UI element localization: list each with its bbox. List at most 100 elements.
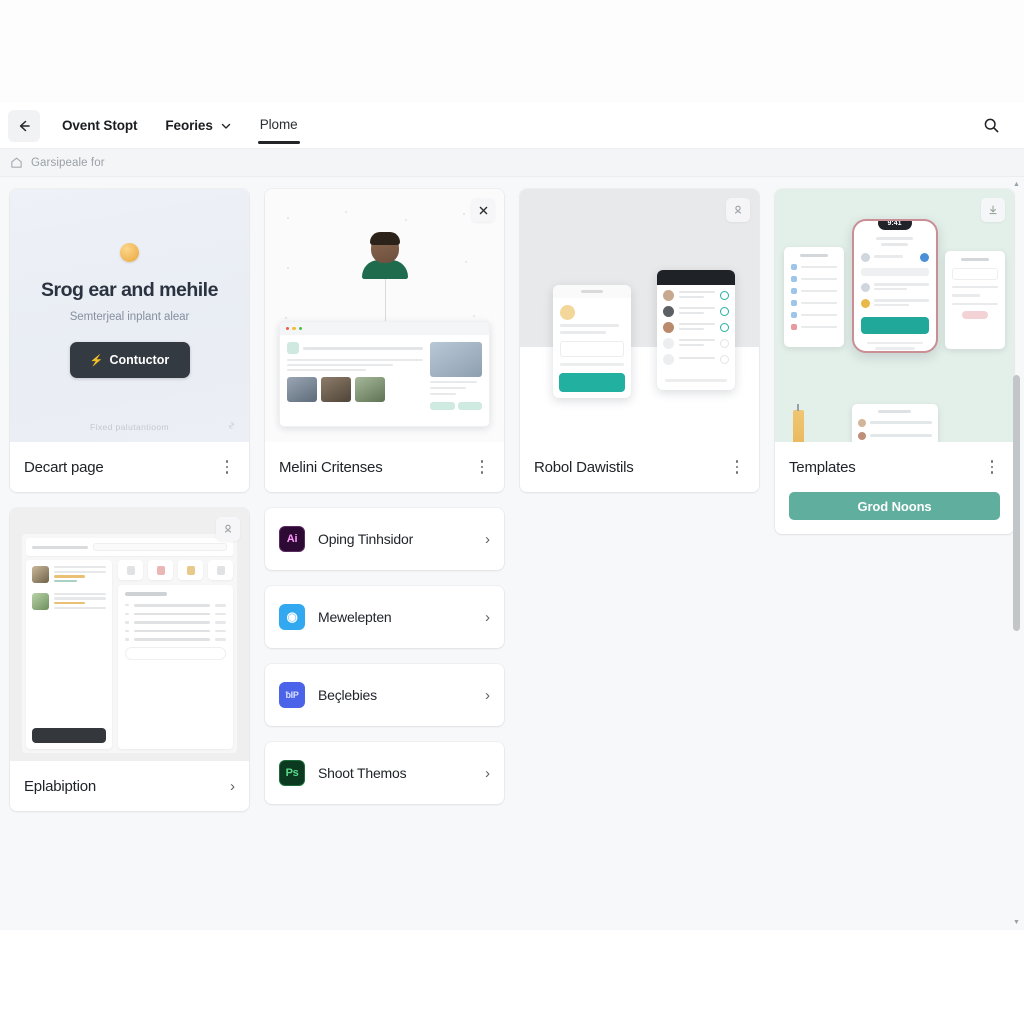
close-icon <box>479 206 487 214</box>
list-item-label: Beçlebies <box>318 687 377 703</box>
photoshop-icon: Ps <box>279 760 305 786</box>
grod-noons-button[interactable]: Grod Noons <box>789 492 1000 520</box>
hero-promo: Srog ear and mehile Semterjeal inplant a… <box>10 189 249 442</box>
hero-subheading: Semterjeal inplant alear <box>69 311 190 323</box>
tab-plome[interactable]: Plome <box>257 116 300 144</box>
dashboard-preview <box>10 508 249 761</box>
tab-file-icon[interactable] <box>118 560 143 580</box>
panel-note-field <box>125 646 226 660</box>
close-button[interactable] <box>471 198 495 222</box>
panel-row <box>125 638 226 641</box>
workspace: Srog ear and mehile Semterjeal inplant a… <box>0 176 1024 930</box>
kebab-menu-icon[interactable] <box>219 458 235 476</box>
grid-column-1: Srog ear and mehile Semterjeal inplant a… <box>10 189 249 811</box>
chevron-right-icon[interactable]: › <box>485 688 490 703</box>
list-item-oping-tinhsidor[interactable]: Ai Oping Tinhsidor › <box>265 508 504 570</box>
card-eplabiption[interactable]: Eplabiption › <box>10 508 249 811</box>
nav-dropdown-feories[interactable]: Feories <box>165 118 231 133</box>
contuctor-button[interactable]: ⚡ Contuctor <box>69 342 190 378</box>
panel-row <box>125 604 226 607</box>
card-decart-page[interactable]: Srog ear and mehile Semterjeal inplant a… <box>10 189 249 492</box>
phone-badge-icon <box>560 305 575 320</box>
phone-row <box>860 299 929 308</box>
kebab-menu-icon[interactable] <box>729 458 745 476</box>
dashboard-panel <box>118 585 233 749</box>
tab-star-icon[interactable] <box>178 560 203 580</box>
phone-mockup-center: 9:41 <box>851 219 938 353</box>
breadcrumb: Garsipeale for <box>0 148 1024 176</box>
mail-text <box>54 592 106 612</box>
phone-header <box>553 285 631 298</box>
phone-primary-button[interactable] <box>559 373 625 392</box>
kebab-menu-icon[interactable] <box>474 458 490 476</box>
phone-dark-header <box>657 270 735 285</box>
browser-left-column <box>287 342 423 410</box>
panel-row <box>125 629 226 633</box>
search-button[interactable] <box>976 111 1006 141</box>
list-item-shoot-themos[interactable]: Ps Shoot Themos › <box>265 742 504 804</box>
grid-column-2: Melini Critenses Ai Oping Tinhsidor › ◉ … <box>265 189 504 804</box>
hero-footnote: Fixed palutantioom <box>89 422 170 432</box>
card-thumbnail: Srog ear and mehile Semterjeal inplant a… <box>10 189 249 442</box>
phone-list-row <box>657 285 735 301</box>
panel-row <box>125 612 226 616</box>
phone-search-field <box>860 268 929 276</box>
caret-down-icon[interactable]: ▼ <box>1012 917 1021 928</box>
dashboard-primary-button[interactable] <box>32 728 106 743</box>
card-thumbnail: 9:41 <box>775 189 1014 442</box>
phone-mockup-dark <box>657 270 735 390</box>
mail-thumb <box>32 566 49 583</box>
user-pin-icon[interactable] <box>726 198 750 222</box>
browser-photo <box>430 342 482 377</box>
toolbar-search-bar <box>93 543 227 551</box>
card-robol-dawistils[interactable]: Robol Dawistils <box>520 189 759 492</box>
vertical-scrollbar[interactable]: ▲ ▼ <box>1012 181 1021 926</box>
chevron-right-icon[interactable]: › <box>485 532 490 547</box>
photo-app-icon: ◉ <box>279 604 305 630</box>
chevron-right-icon[interactable]: › <box>485 610 490 625</box>
list-item-label: Mewelepten <box>318 609 392 625</box>
profile-network-preview <box>265 189 504 442</box>
chevron-right-icon[interactable]: › <box>485 766 490 781</box>
chevron-down-icon <box>221 123 230 129</box>
download-glyph <box>989 205 997 215</box>
kebab-menu-icon[interactable] <box>984 458 1000 476</box>
user-pin-icon[interactable] <box>216 517 240 541</box>
contuctor-button-label: Contuctor <box>109 353 170 367</box>
breadcrumb-text: Garsipeale for <box>31 156 105 169</box>
top-blank-area <box>0 0 1024 103</box>
card-footer: Eplabiption › <box>10 761 249 811</box>
card-templates[interactable]: 9:41 Templates Grod Noons <box>775 189 1014 534</box>
mail-text <box>54 566 106 585</box>
search-icon <box>984 118 998 133</box>
link-glyph <box>228 421 234 429</box>
card-title: Eplabiption <box>24 777 97 795</box>
indesign-icon: ƀIP <box>279 682 305 708</box>
arrow-left-icon <box>19 120 30 131</box>
tab-plome-label: Plome <box>259 116 298 132</box>
download-icon[interactable] <box>981 198 1005 222</box>
caret-up-icon[interactable]: ▲ <box>1012 179 1021 190</box>
tab-more-icon[interactable] <box>208 560 233 580</box>
hero-heading: Srog ear and mehile <box>41 279 218 301</box>
list-item-mewelepten[interactable]: ◉ Mewelepten › <box>265 586 504 648</box>
card-title: Decart page <box>24 458 104 476</box>
chevron-right-icon[interactable]: › <box>230 779 235 794</box>
bottom-blank-area <box>0 930 1024 1024</box>
browser-mockup <box>279 321 490 427</box>
bolt-icon: ⚡ <box>89 354 104 367</box>
phone-list-row <box>657 301 735 317</box>
dashboard-detail-pane <box>118 560 233 749</box>
coin-badge-icon <box>120 243 139 262</box>
phone-center-primary-button[interactable] <box>860 317 929 334</box>
card-thumbnail <box>265 189 504 442</box>
back-button[interactable] <box>8 109 40 142</box>
grid-column-4: 9:41 Templates Grod Noons <box>775 189 1014 534</box>
link-icon[interactable] <box>223 417 239 433</box>
card-melini-critenses[interactable]: Melini Critenses <box>265 189 504 492</box>
card-title: Robol Dawistils <box>534 458 634 476</box>
list-item-beclebies[interactable]: ƀIP Beçlebies › <box>265 664 504 726</box>
phone-text-lines <box>560 324 624 334</box>
scrollbar-thumb[interactable] <box>1013 375 1020 631</box>
tab-alert-icon[interactable] <box>148 560 173 580</box>
